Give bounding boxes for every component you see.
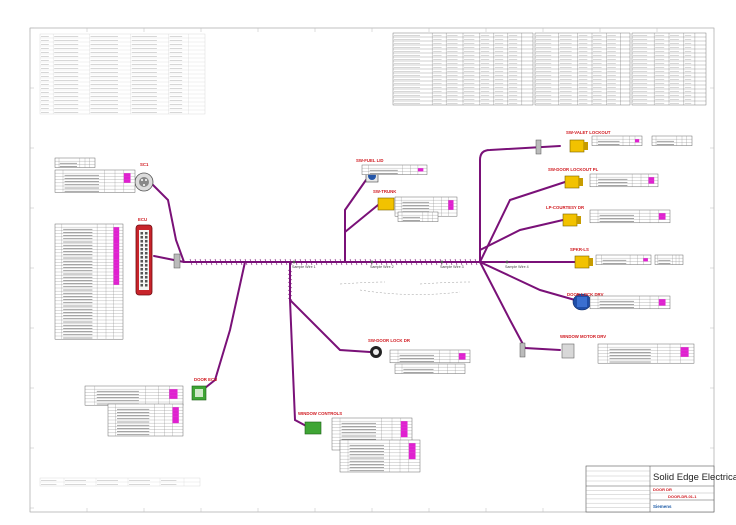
splice-label-4: Sample Wire 4 <box>505 265 529 269</box>
title-block-doc-label: DOOR DR <box>653 487 672 492</box>
connector-doorecu[interactable] <box>191 385 207 401</box>
splice-label-1: Sample Wire 1 <box>292 265 316 269</box>
label-valet: SW-VALET LOCKOUT <box>566 130 611 135</box>
label-window: WINDOW MOTOR DRV <box>560 334 606 339</box>
splice-label-3: Sample Wire 3 <box>440 265 464 269</box>
label-doorecu: DOOR ECU <box>194 377 217 382</box>
bom-table-topleft <box>39 33 206 115</box>
revision-table-bottom <box>39 477 201 487</box>
connector-doorlockdr[interactable] <box>370 346 382 358</box>
label-windowctl: WINDOW CONTROLS <box>298 411 342 416</box>
label-fuel: SW-FUEL LID <box>356 158 384 163</box>
label-sc1: SC1 <box>140 162 149 167</box>
title-block-doc-number: DOOR-DR-01-1 <box>668 494 697 499</box>
label-trunk: SW-TRUNK <box>373 189 397 194</box>
connector-window[interactable] <box>561 343 575 359</box>
connector-trunk[interactable] <box>377 197 395 211</box>
label-spkr: SPKR-LS <box>570 247 589 252</box>
title-block-company: Siemens <box>653 504 672 509</box>
title-block-brand: Solid Edge Electrical <box>653 472 736 483</box>
splice-label-2: Sample Wire 2 <box>370 265 394 269</box>
label-doorlockdr: SW-DOOR LOCK DR <box>368 338 411 343</box>
harness-drawing-sheet: SC1 ECU SW-FUEL LID SW-TRUNK SW-VALET LO… <box>0 0 736 520</box>
connector-windowctl[interactable] <box>304 421 322 435</box>
connector-sc1[interactable] <box>134 172 154 192</box>
label-ecu: ECU <box>138 217 147 222</box>
wire-list-table-top <box>392 32 707 106</box>
label-doorlockpl: SW-DOOR LOCKOUT PL <box>548 167 599 172</box>
label-courtesy: LP-COURTESY DR <box>546 205 585 210</box>
connector-ecu[interactable] <box>135 224 153 296</box>
